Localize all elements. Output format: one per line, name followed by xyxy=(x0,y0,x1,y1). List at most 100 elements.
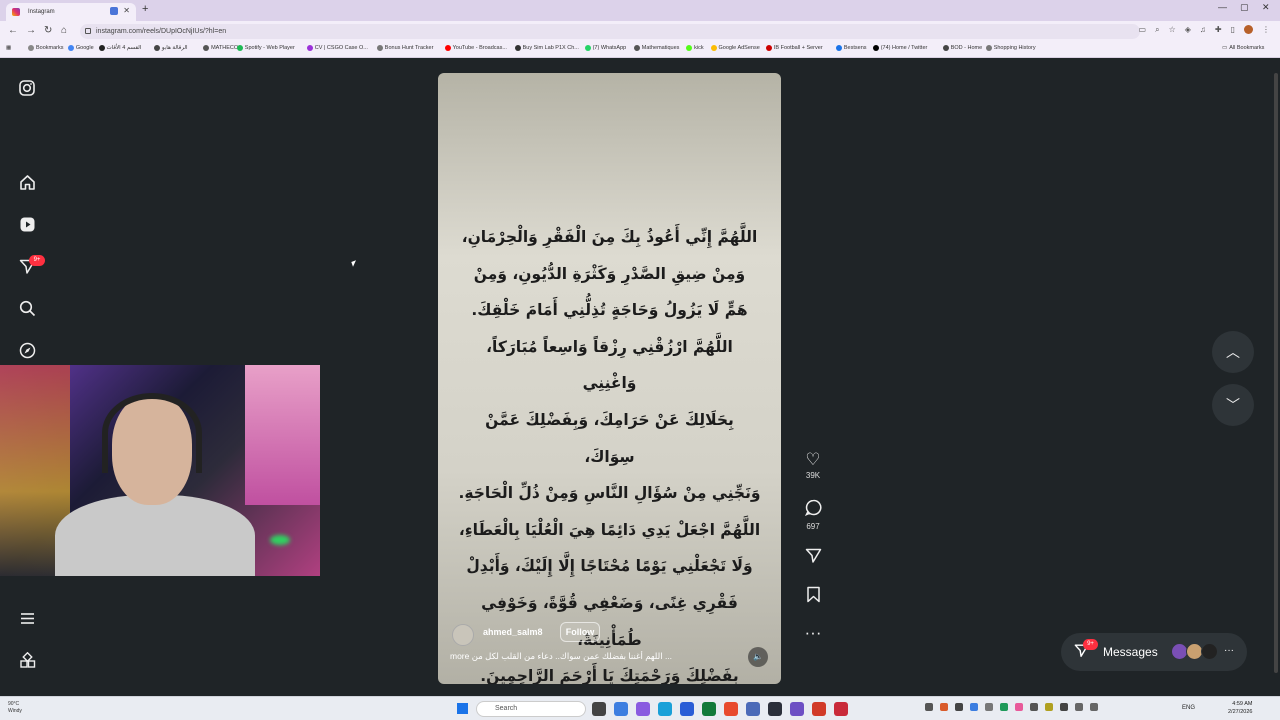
comment-button[interactable]: 697 xyxy=(802,499,824,531)
weather-widget[interactable]: 90°C Windy xyxy=(8,701,22,715)
tray-icon[interactable] xyxy=(1060,703,1068,711)
mute-toggle-icon[interactable]: 🔈 xyxy=(748,647,768,667)
wifi-icon[interactable] xyxy=(1075,703,1083,711)
taskbar-search[interactable]: Search xyxy=(476,701,586,717)
bookmark-item[interactable]: BOD - Home xyxy=(942,45,982,51)
webcam-led-light xyxy=(270,535,290,545)
minimize-button[interactable]: — xyxy=(1218,2,1227,12)
bookmark-item[interactable]: الرقالة هابو xyxy=(153,45,188,51)
bookmark-item[interactable]: (7) WhatsApp xyxy=(584,45,626,51)
caption-more[interactable]: more xyxy=(450,651,469,661)
like-button[interactable]: ♡ 39K xyxy=(802,451,824,481)
tray-icon[interactable] xyxy=(1000,703,1008,711)
new-tab-button[interactable]: + xyxy=(142,3,148,15)
profile-avatar[interactable] xyxy=(1244,25,1253,34)
volume-icon[interactable] xyxy=(1090,703,1098,711)
tray-icon[interactable] xyxy=(1045,703,1053,711)
app-icon[interactable] xyxy=(636,702,650,716)
bookmark-item[interactable]: MATHECO xyxy=(203,45,238,51)
reel-caption[interactable]: more اللهم أغننا بفضلك عمن سواك.. دعاء م… xyxy=(450,651,740,662)
bookmark-item[interactable]: القسم 4 الأقات xyxy=(98,45,141,51)
install-icon[interactable]: ▭ xyxy=(1139,25,1147,35)
bookmark-item[interactable]: Bonus Hunt Tracker xyxy=(376,45,433,51)
close-window-button[interactable]: ✕ xyxy=(1262,2,1270,13)
bookmark-item[interactable]: IB Football + Server xyxy=(765,45,823,51)
follow-button[interactable]: Follow xyxy=(560,622,600,642)
apps-grid-icon[interactable]: ▦ xyxy=(6,45,11,51)
reload-icon[interactable]: ↻ xyxy=(44,25,52,36)
bookmark-item[interactable]: Shopping History xyxy=(985,45,1036,51)
site-info-icon[interactable] xyxy=(85,28,91,34)
tray-icon[interactable] xyxy=(970,703,978,711)
bookmark-item[interactable]: kick xyxy=(686,45,704,51)
app-icon[interactable] xyxy=(614,702,628,716)
steam-icon[interactable] xyxy=(768,702,782,716)
back-icon[interactable]: ← xyxy=(8,25,18,36)
next-reel-button[interactable]: ﹀ xyxy=(1212,384,1254,426)
bookmark-item[interactable]: Bookmarks xyxy=(28,45,64,51)
sidebar-icon[interactable]: ▯ xyxy=(1231,25,1235,35)
maximize-button[interactable]: ▢ xyxy=(1240,2,1249,13)
bookmark-item[interactable]: Google xyxy=(67,45,94,51)
share-button[interactable] xyxy=(802,547,824,568)
bookmark-item[interactable]: Buy Sim Lab P1X Ch... xyxy=(514,45,579,51)
page-scrollbar[interactable] xyxy=(1272,59,1280,696)
author-username[interactable]: ahmed_salm8 xyxy=(483,627,543,637)
taskbar-clock[interactable]: 4:59 AM 2/27/2026 xyxy=(1228,700,1252,716)
tab-instagram[interactable]: Instagram ✕ xyxy=(6,3,136,21)
extension-icon[interactable]: ◈ xyxy=(1185,25,1191,35)
tray-icon[interactable] xyxy=(925,703,933,711)
bookmark-item[interactable]: CV | CSGO Case O... xyxy=(306,45,368,51)
bookmark-item[interactable]: Spotify - Web Player xyxy=(236,45,295,51)
input-language[interactable]: ENG xyxy=(1182,705,1195,711)
task-view-icon[interactable] xyxy=(592,702,606,716)
tray-icon[interactable] xyxy=(1015,703,1023,711)
bookmark-item[interactable]: Google AdSense xyxy=(710,45,760,51)
explore-compass-icon[interactable] xyxy=(18,341,36,359)
messages-pill[interactable]: 9+ Messages ··· xyxy=(1061,633,1247,671)
scrollbar-thumb[interactable] xyxy=(1274,73,1278,673)
reel-video[interactable]: اللَّهُمَّ إِنِّي أَعُوذُ بِكَ مِنَ الْف… xyxy=(438,73,781,684)
media-icon[interactable]: ♫ xyxy=(1200,25,1206,35)
app-icon[interactable] xyxy=(746,702,760,716)
tab-close-icon[interactable]: ✕ xyxy=(123,6,130,15)
menu-hamburger-icon[interactable] xyxy=(18,609,36,627)
zoom-icon[interactable]: ⌕ xyxy=(1155,25,1159,35)
save-button[interactable] xyxy=(802,586,824,607)
bookmark-item[interactable]: YouTube - Broadcas... xyxy=(444,45,507,51)
app-icon[interactable] xyxy=(680,702,694,716)
tray-icon[interactable] xyxy=(940,703,948,711)
bookmark-item[interactable]: Mathematiques xyxy=(633,45,679,51)
more-options-button[interactable]: ··· xyxy=(802,624,824,642)
author-avatar[interactable] xyxy=(452,624,474,646)
app-icon[interactable] xyxy=(812,702,826,716)
instagram-logo-icon[interactable] xyxy=(18,79,36,97)
windows-start-icon[interactable] xyxy=(457,703,468,714)
tray-icon[interactable] xyxy=(1030,703,1038,711)
messages-more-icon[interactable]: ··· xyxy=(1224,645,1234,656)
tray-icon[interactable] xyxy=(955,703,963,711)
app-icon[interactable] xyxy=(702,702,716,716)
home-nav-icon[interactable] xyxy=(18,173,36,191)
all-bookmarks[interactable]: ▭ All Bookmarks xyxy=(1222,45,1264,51)
tab-audio-icon[interactable] xyxy=(110,7,118,15)
tab-title: Instagram xyxy=(28,9,55,15)
puzzle-icon[interactable]: ✚ xyxy=(1215,25,1222,35)
chrome-icon[interactable] xyxy=(724,702,738,716)
obs-icon[interactable] xyxy=(834,702,848,716)
edge-icon[interactable] xyxy=(658,702,672,716)
search-icon[interactable] xyxy=(18,299,36,317)
bookmark-item[interactable]: (74) Home / Twitter xyxy=(872,45,927,51)
bookmark-item[interactable]: Bestsens xyxy=(835,45,867,51)
app-icon[interactable] xyxy=(790,702,804,716)
bookmark-favicon-icon xyxy=(28,45,34,51)
bookmark-star-icon[interactable]: ☆ xyxy=(1169,25,1176,35)
reels-nav-icon[interactable] xyxy=(18,215,36,233)
url-field[interactable]: instagram.com/reels/DUpIOcNjIUs/?hl=en xyxy=(80,24,1140,39)
tray-icon[interactable] xyxy=(985,703,993,711)
forward-icon[interactable]: → xyxy=(26,25,36,36)
previous-reel-button[interactable]: ︿ xyxy=(1212,331,1254,373)
home-icon[interactable]: ⌂ xyxy=(61,25,67,36)
menu-kebab-icon[interactable]: ⋮ xyxy=(1262,25,1270,35)
also-from-meta-icon[interactable] xyxy=(18,651,36,669)
